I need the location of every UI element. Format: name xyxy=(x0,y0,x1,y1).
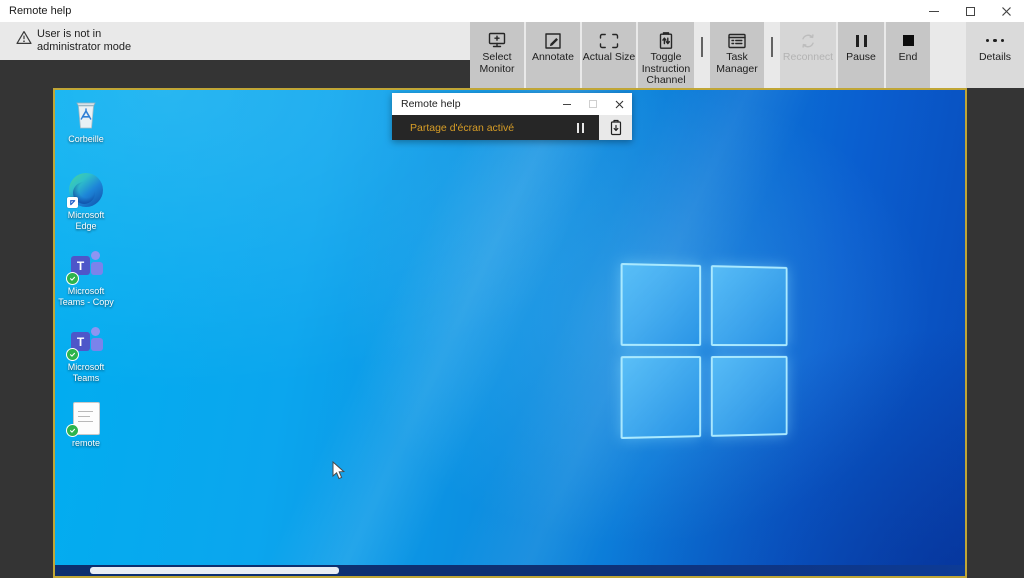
recycle-bin-icon xyxy=(69,96,103,132)
annotate-icon xyxy=(541,29,565,52)
close-button[interactable] xyxy=(988,0,1024,22)
desktop-icon-recycle-bin[interactable]: Corbeille xyxy=(55,96,117,145)
sync-check-badge xyxy=(66,348,79,361)
maximize-button[interactable] xyxy=(952,0,988,22)
shortcut-arrow-icon xyxy=(67,197,78,208)
close-icon xyxy=(1001,6,1012,17)
pause-sharing-icon[interactable] xyxy=(577,123,584,133)
overlay-status-bar: Partage d'écran activé xyxy=(392,115,632,140)
end-button[interactable]: End xyxy=(886,22,930,88)
minimize-icon xyxy=(563,104,571,105)
sync-check-badge xyxy=(66,272,79,285)
details-icon xyxy=(986,29,1005,52)
reconnect-button: Reconnect xyxy=(780,22,836,88)
task-manager-button[interactable]: TaskManager xyxy=(710,22,764,88)
desktop-icon-teams[interactable]: T MicrosoftTeams xyxy=(55,324,117,383)
sync-check-badge xyxy=(66,424,79,437)
remote-taskbar-strip xyxy=(55,565,965,576)
minimize-icon xyxy=(929,11,939,12)
select-monitor-button[interactable]: SelectMonitor xyxy=(470,22,524,88)
admin-warning-banner: User is not in administrator mode xyxy=(0,22,470,60)
overlay-close-button[interactable] xyxy=(606,93,632,115)
pause-button[interactable]: Pause xyxy=(838,22,884,88)
desktop-icon-microsoft-edge[interactable]: MicrosoftEdge xyxy=(55,172,117,231)
task-manager-icon xyxy=(725,29,749,52)
toolbar-separator xyxy=(696,22,708,88)
remote-help-app-window: Remote help User is not in administrator… xyxy=(0,0,1024,578)
windows-wallpaper xyxy=(55,90,965,576)
toggle-instruction-channel-icon xyxy=(654,29,678,52)
titlebar: Remote help xyxy=(0,0,1024,22)
overlay-title: Remote help xyxy=(401,98,554,110)
desktop-icon-teams-copy[interactable]: T MicrosoftTeams - Copy xyxy=(55,248,117,307)
close-icon xyxy=(615,100,624,109)
window-title: Remote help xyxy=(9,0,71,22)
screen-sharing-status: Partage d'écran activé xyxy=(410,122,577,134)
windows-logo xyxy=(621,263,788,439)
end-icon xyxy=(903,29,914,52)
annotate-button[interactable]: Annotate xyxy=(526,22,580,88)
minimize-button[interactable] xyxy=(916,0,952,22)
maximize-icon xyxy=(966,7,975,16)
remote-screen-view[interactable]: Corbeille MicrosoftEdge T Micros xyxy=(53,88,967,578)
pause-icon xyxy=(856,29,867,52)
details-button[interactable]: Details xyxy=(966,22,1024,88)
session-toolbar: SelectMonitor Annotate Actual Size xyxy=(470,22,1024,88)
overlay-minimize-button[interactable] xyxy=(554,93,580,115)
desktop-icon-remote-file[interactable]: remote xyxy=(55,400,117,449)
clipboard-icon xyxy=(609,119,623,136)
actual-size-button[interactable]: Actual Size xyxy=(582,22,636,88)
toolbar-separator xyxy=(766,22,778,88)
mouse-cursor xyxy=(332,461,346,481)
warning-text: User is not in administrator mode xyxy=(37,28,131,54)
maximize-icon xyxy=(589,100,597,108)
warning-icon xyxy=(16,30,32,45)
actual-size-icon xyxy=(597,29,621,52)
select-monitor-icon xyxy=(485,29,509,52)
toggle-instruction-channel-button[interactable]: ToggleInstructionChannel xyxy=(638,22,694,88)
remote-help-overlay-window: Remote help Partage d'écran activé xyxy=(392,93,632,140)
window-controls xyxy=(916,0,1024,22)
reconnect-icon xyxy=(796,29,820,52)
overlay-titlebar: Remote help xyxy=(392,93,632,115)
overlay-maximize-button xyxy=(580,93,606,115)
horizontal-scrollbar-thumb[interactable] xyxy=(90,567,339,574)
instruction-channel-button[interactable] xyxy=(599,115,632,140)
